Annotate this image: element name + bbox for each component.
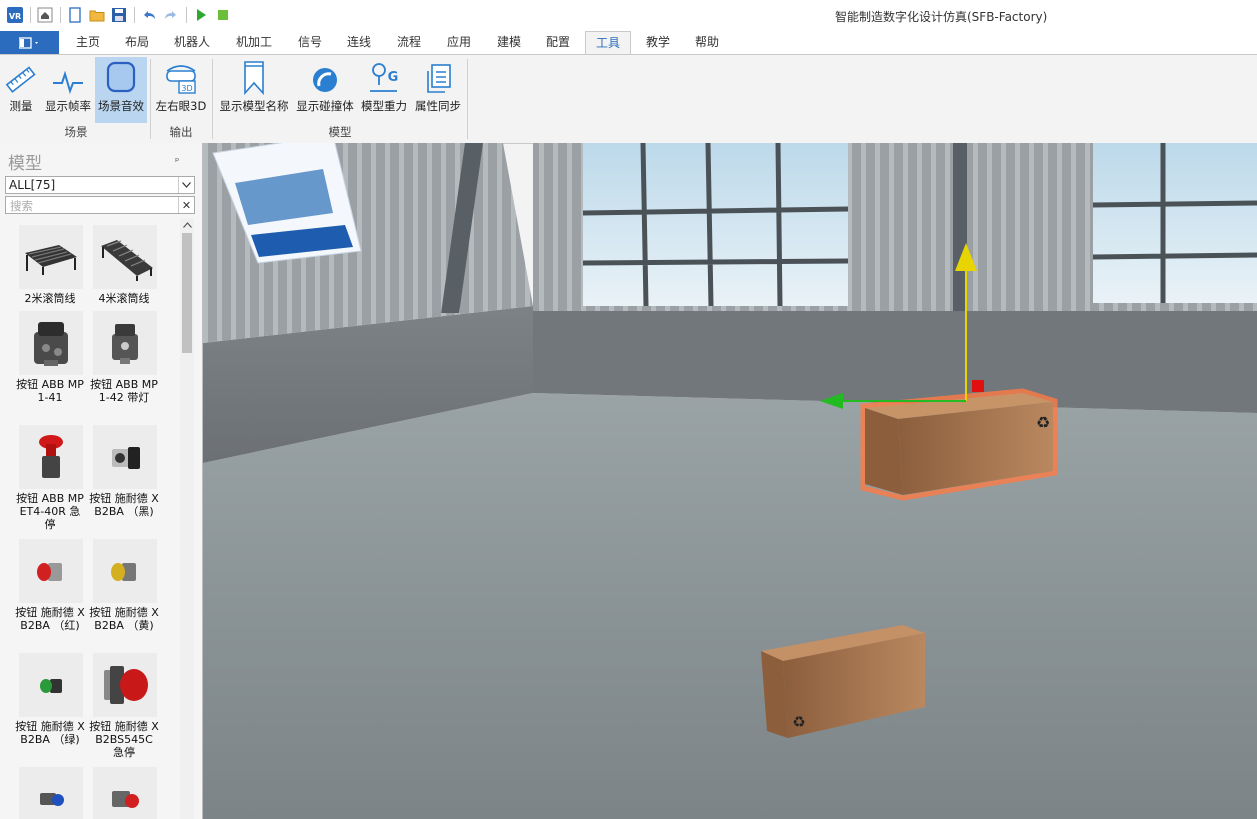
model-list: 2米滚筒线 4米滚筒线 按钮 ABB MP1-41 按钮 ABB MP1-42 …: [15, 225, 175, 819]
tab-layout[interactable]: 布局: [119, 31, 155, 53]
model-item[interactable]: 按钮 ABB MP1-42 带灯: [89, 311, 159, 404]
tab-signal[interactable]: 信号: [292, 31, 328, 53]
title-bar: VR 智能制造数字化设计仿真(SFB-Factory): [0, 0, 1257, 32]
factory-floor: [203, 393, 1257, 819]
group-separator: [467, 59, 468, 139]
model-item[interactable]: 4米滚筒线: [89, 225, 159, 305]
model-item[interactable]: 按钮 施耐德 XB2BA （绿): [15, 653, 85, 746]
push-button-thumbnail: [19, 653, 83, 717]
pin-icon[interactable]: ₚ: [175, 153, 179, 164]
emergency-stop-thumbnail: [19, 425, 83, 489]
separator: [60, 7, 61, 23]
model-list-scrollbar[interactable]: [180, 218, 194, 819]
separator: [30, 7, 31, 23]
model-item[interactable]: [15, 767, 85, 819]
scrollbar-thumb[interactable]: [182, 233, 192, 353]
undo-icon[interactable]: [140, 6, 158, 24]
search-box: ✕: [5, 196, 195, 215]
quick-access-toolbar: VR: [6, 6, 236, 24]
model-item[interactable]: 按钮 施耐德 XB2BA （黄): [89, 539, 159, 632]
pulse-icon: [51, 59, 85, 95]
scroll-up-icon[interactable]: [180, 218, 194, 232]
tab-process[interactable]: 流程: [391, 31, 427, 53]
tab-teaching[interactable]: 教学: [640, 31, 676, 53]
tab-robot[interactable]: 机器人: [168, 31, 216, 53]
emergency-stop-thumbnail: [93, 653, 157, 717]
svg-text:3D: 3D: [181, 84, 192, 93]
search-input[interactable]: [8, 197, 180, 215]
show-model-name-button[interactable]: 显示模型名称: [216, 57, 292, 123]
filter-value: ALL[75]: [9, 178, 56, 192]
model-item[interactable]: 按钮 施耐德 XB2BA （黑): [89, 425, 159, 518]
measure-button[interactable]: 测量: [4, 57, 38, 123]
property-sync-button[interactable]: 属性同步: [412, 57, 464, 123]
roller-conveyor-thumbnail: [93, 225, 157, 289]
3d-viewport[interactable]: ♻ ♻: [203, 143, 1257, 819]
model-item[interactable]: 按钮 ABB MPET4-40R 急停: [15, 425, 85, 531]
separator: [186, 7, 187, 23]
stereo-3d-button[interactable]: 3D 左右眼3D: [153, 57, 209, 123]
gizmo-z-handle[interactable]: [972, 380, 984, 392]
tab-config[interactable]: 配置: [540, 31, 576, 53]
window-title: 智能制造数字化设计仿真(SFB-Factory): [835, 10, 1048, 24]
stop-icon[interactable]: [214, 6, 232, 24]
home-icon[interactable]: [36, 6, 54, 24]
push-button-thumbnail: [93, 539, 157, 603]
new-file-icon[interactable]: [66, 6, 84, 24]
model-item[interactable]: 按钮 施耐德 XB2BS545C 急停: [89, 653, 159, 759]
group-separator: [150, 59, 151, 139]
tab-help[interactable]: 帮助: [689, 31, 725, 53]
ribbon: 测量 显示帧率 场景音效 场景 3D 左右眼3D 输出 显示模型名称 显示碰撞体…: [0, 54, 1257, 144]
tab-machining[interactable]: 机加工: [230, 31, 278, 53]
panel-title: 模型: [8, 154, 42, 174]
push-button-thumbnail: [19, 767, 83, 819]
chevron-down-icon[interactable]: [178, 177, 194, 193]
ruler-icon: [5, 59, 37, 95]
tab-tools[interactable]: 工具: [585, 31, 631, 55]
scene-sound-button[interactable]: 场景音效: [95, 57, 147, 123]
redo-icon[interactable]: [162, 6, 180, 24]
model-item[interactable]: [89, 767, 159, 819]
vr-glasses-icon: 3D: [163, 59, 199, 95]
group-label-scene: 场景: [64, 125, 88, 139]
separator: [134, 7, 135, 23]
model-item[interactable]: 按钮 ABB MP1-41: [15, 311, 85, 404]
push-button-thumbnail: [93, 767, 157, 819]
group-separator: [212, 59, 213, 139]
gravity-icon: G: [367, 59, 401, 95]
open-folder-icon[interactable]: [88, 6, 106, 24]
model-filter-dropdown[interactable]: ALL[75]: [5, 176, 195, 194]
model-gravity-button[interactable]: G 模型重力: [358, 57, 410, 123]
show-collider-button[interactable]: 显示碰撞体: [293, 57, 357, 123]
group-label-output: 输出: [169, 125, 193, 139]
tab-application[interactable]: 应用: [441, 31, 477, 53]
clear-search-icon[interactable]: ✕: [178, 197, 194, 213]
roller-conveyor-thumbnail: [19, 225, 83, 289]
svg-text:G: G: [388, 70, 399, 85]
tab-wiring[interactable]: 连线: [341, 31, 377, 53]
file-menu-button[interactable]: [0, 31, 59, 54]
ribbon-tabs: 主页 布局 机器人 机加工 信号 连线 流程 应用 建模 配置 工具 教学 帮助: [0, 31, 1257, 55]
model-panel: 模型 ₚ ALL[75] ✕ 2米滚筒线 4米滚筒线 按: [0, 143, 203, 819]
push-button-thumbnail: [19, 311, 83, 375]
square-rounded-icon: [104, 59, 138, 95]
play-icon[interactable]: [192, 6, 210, 24]
collision-ball-icon: [310, 59, 340, 95]
svg-text:VR: VR: [9, 12, 21, 21]
vr-logo-icon[interactable]: VR: [6, 6, 24, 24]
svg-text:♻: ♻: [792, 713, 805, 731]
push-button-thumbnail: [19, 539, 83, 603]
tab-home[interactable]: 主页: [70, 31, 106, 53]
bookmark-icon: [240, 59, 268, 95]
model-item[interactable]: 2米滚筒线: [15, 225, 85, 305]
push-button-thumbnail: [93, 425, 157, 489]
svg-text:♻: ♻: [1036, 413, 1050, 432]
show-framerate-button[interactable]: 显示帧率: [42, 57, 94, 123]
push-button-thumbnail: [93, 311, 157, 375]
sync-properties-icon: [423, 59, 453, 95]
tab-modeling[interactable]: 建模: [491, 31, 527, 53]
group-label-model: 模型: [328, 125, 352, 139]
model-item[interactable]: 按钮 施耐德 XB2BA （红): [15, 539, 85, 632]
save-icon[interactable]: [110, 6, 128, 24]
